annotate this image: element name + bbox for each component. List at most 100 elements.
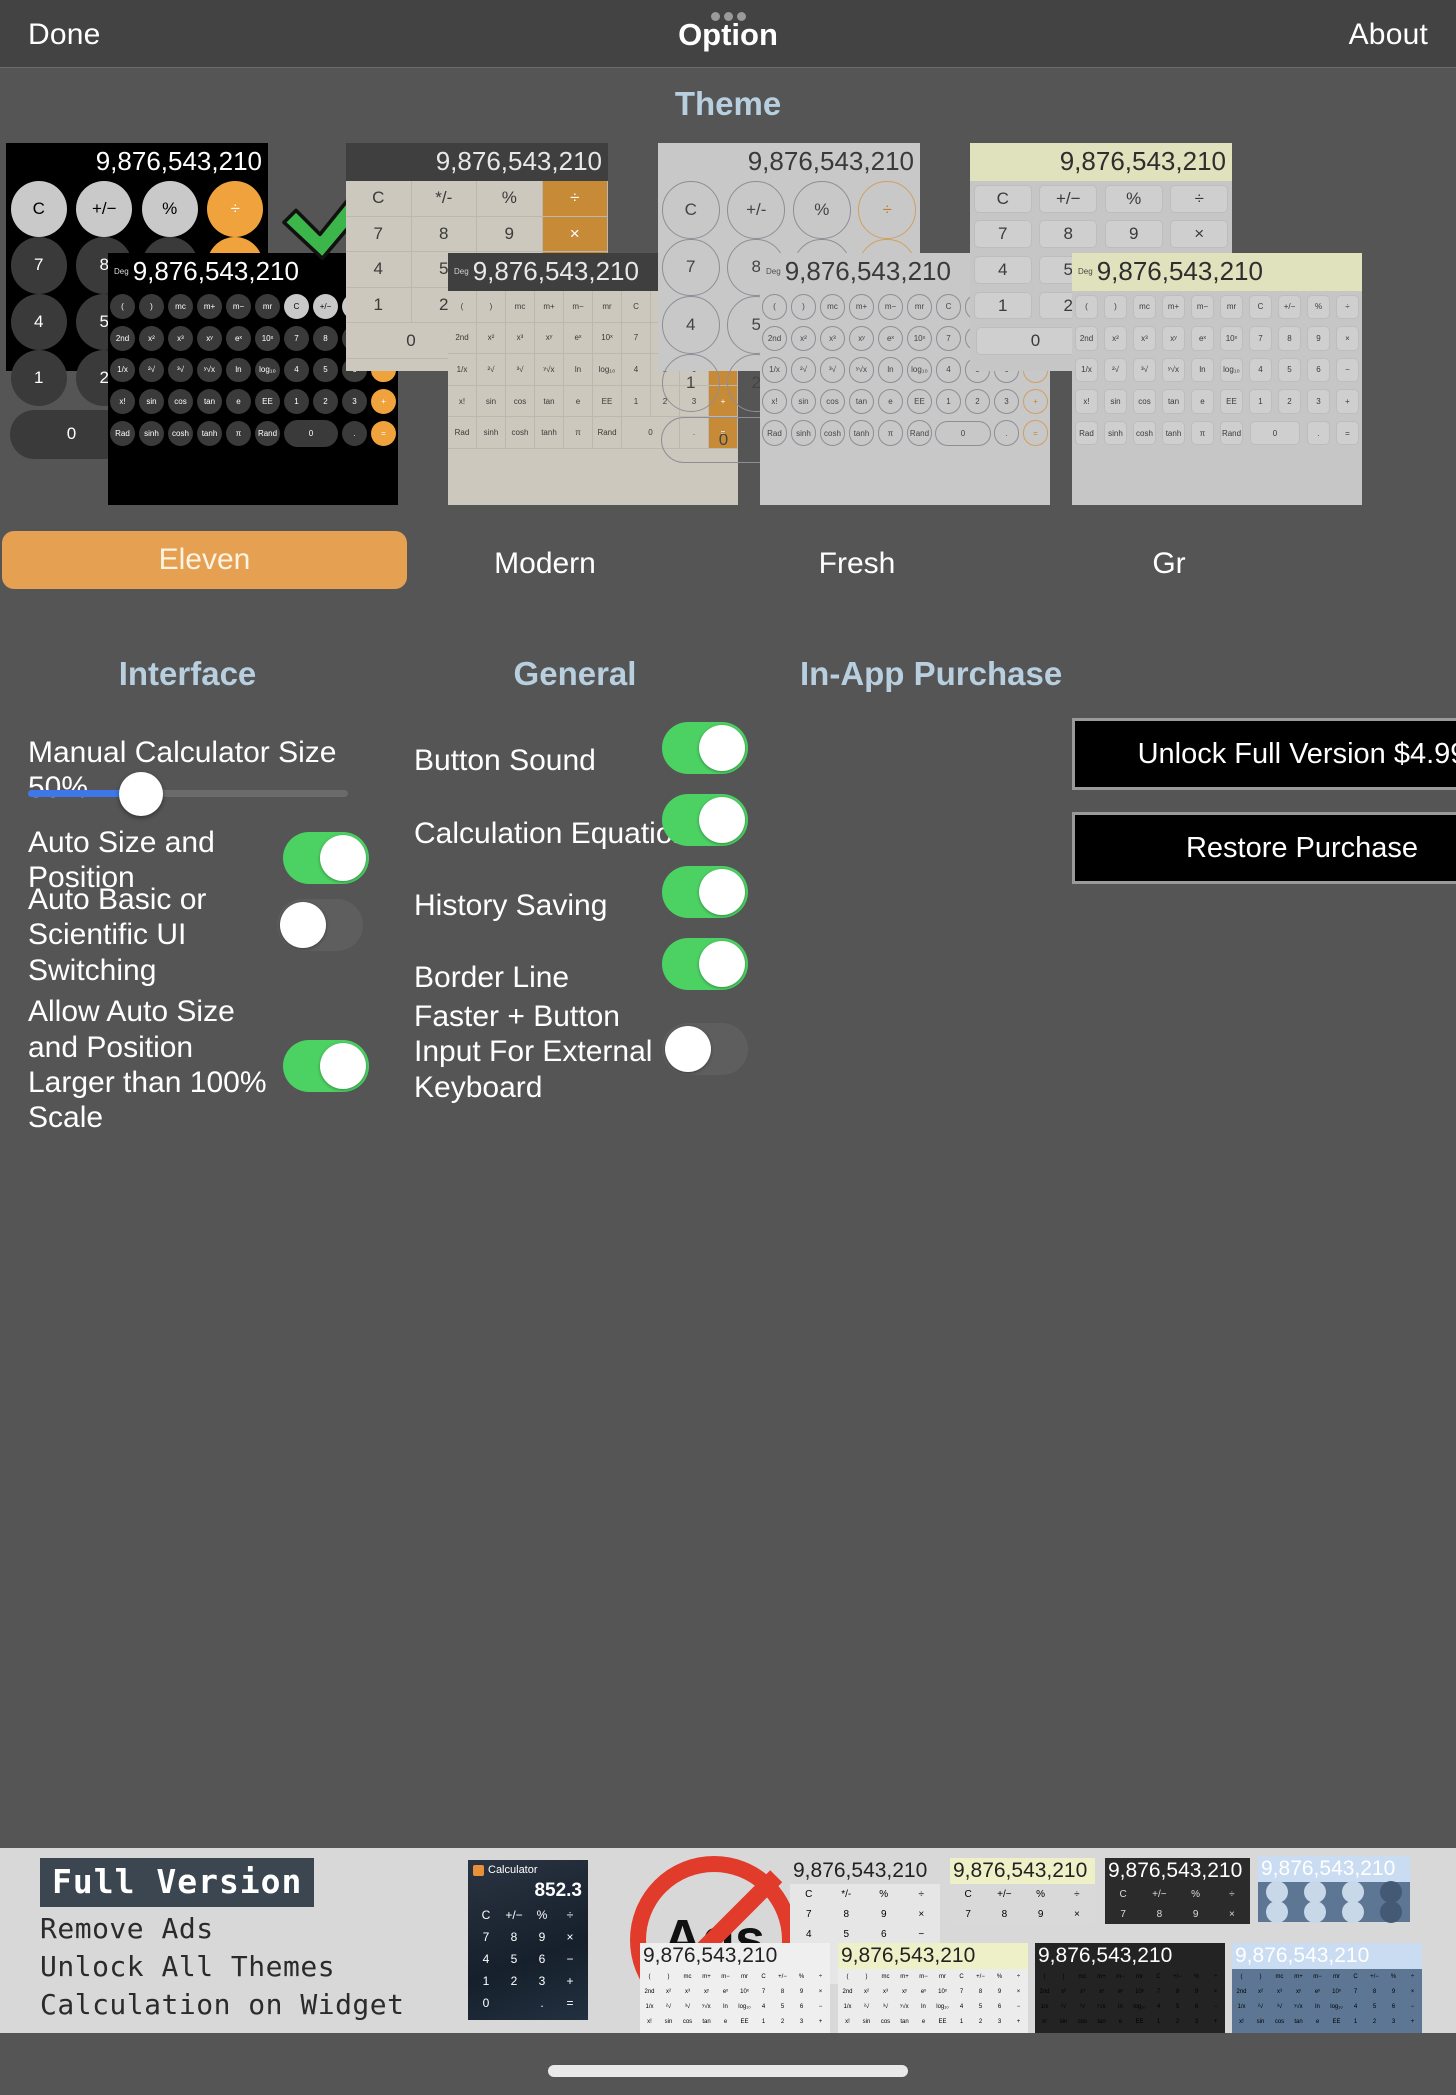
scientific-display-value: 9,876,543,210 bbox=[784, 256, 951, 286]
mini-sci-key: ( bbox=[648, 1973, 651, 1980]
mini-sci-key: ³√ bbox=[1079, 2003, 1086, 2010]
mini-sci-key: +/− bbox=[976, 1973, 985, 1980]
about-button[interactable]: About bbox=[1349, 18, 1428, 52]
mk: % bbox=[1036, 1888, 1046, 1900]
sci-key: 2nd bbox=[108, 323, 137, 355]
mini-sci-key: x! bbox=[1239, 2018, 1244, 2025]
sci-key: 4 bbox=[282, 354, 311, 386]
sci-key: Rad bbox=[108, 417, 137, 449]
theme-label-green[interactable]: Gr bbox=[964, 547, 1374, 581]
theme-option-green[interactable]: 9,876,543,210 C +/− % ÷ 7 8 9 × 4 5 6 − … bbox=[964, 135, 1374, 625]
mk: C bbox=[964, 1888, 972, 1900]
sci-key: 5 bbox=[311, 354, 340, 386]
mini-sci-key: ²√ bbox=[1257, 2003, 1264, 2010]
toggle-allow-auto-size-larger[interactable] bbox=[283, 1040, 369, 1092]
unlock-full-version-button[interactable]: Unlock Full Version $4.99 bbox=[1072, 718, 1456, 790]
mini-theme-green: 9,876,543,210 C +/−% ÷ 7 8 9 × bbox=[950, 1858, 1095, 1924]
mini-sci-key: cos bbox=[682, 2018, 693, 2025]
mini-sci-key: mc bbox=[683, 1973, 692, 1980]
sci-key: 0 bbox=[282, 417, 340, 449]
mini-sci-key: × bbox=[818, 1988, 823, 1995]
mini-sci-key: cosh bbox=[1073, 2029, 1092, 2033]
slider-thumb[interactable] bbox=[119, 772, 164, 816]
interface-section-heading: Interface bbox=[118, 655, 257, 692]
mini-sci-keypad: () mc m+ m− mr C +/−% ÷ 2nd x² x³ xʸ eˣ 10ˣ 7 8 9 × 1/x ²√ ³… bbox=[640, 1969, 830, 2033]
mini-sci-key: = bbox=[1187, 2029, 1206, 2033]
sci-key: 1/x bbox=[108, 354, 137, 386]
mini-sci-key: 0 bbox=[1149, 2029, 1168, 2033]
key-4: 4 bbox=[6, 293, 72, 350]
mini-sci-key: tanh bbox=[1289, 2029, 1308, 2033]
mk: 7 bbox=[805, 1908, 812, 1920]
mini-display: 9,876,543,210 bbox=[1108, 1859, 1243, 1882]
option-border-line[interactable]: Border Line bbox=[414, 950, 569, 1006]
mini-sci-key: 2nd bbox=[644, 1988, 655, 1995]
toggle-knob bbox=[320, 835, 366, 881]
mini-sci-key: 2 bbox=[780, 2018, 785, 2025]
mini-sci-key: 7 bbox=[959, 1988, 964, 1995]
mini-sci-key: 2nd bbox=[1039, 1988, 1050, 1995]
restore-purchase-button[interactable]: Restore Purchase bbox=[1072, 812, 1456, 884]
toggle-button-sound[interactable] bbox=[662, 722, 748, 774]
option-calculation-equation[interactable]: Calculation Equation bbox=[414, 806, 689, 862]
sci-key: m+ bbox=[535, 291, 564, 323]
mini-sci-key: − bbox=[818, 2003, 823, 2010]
mk: C bbox=[805, 1888, 813, 1900]
sci-key: 7 bbox=[1246, 323, 1275, 355]
mini-sci-key: 3 bbox=[1391, 2018, 1396, 2025]
sci-key: 4 bbox=[1246, 354, 1275, 386]
key-c: C bbox=[658, 181, 724, 239]
toggle-knob bbox=[665, 1026, 711, 1072]
mini-sci-key: tan bbox=[1097, 2018, 1106, 2025]
sci-key: tanh bbox=[847, 417, 876, 449]
mini-sci-key: 4 bbox=[761, 2003, 766, 2010]
option-history-saving[interactable]: History Saving bbox=[414, 878, 607, 934]
toggle-history-saving[interactable] bbox=[662, 866, 748, 918]
mini-sci-key: 4 bbox=[959, 2003, 964, 2010]
mk: 8 bbox=[843, 1908, 850, 1920]
mini-sci-key: 2 bbox=[978, 2018, 983, 2025]
mini-sci-key: log₁₀ bbox=[1133, 2003, 1146, 2010]
theme-section-heading: Theme bbox=[674, 85, 782, 122]
key-1: 1 bbox=[346, 287, 412, 324]
mini-sci-key: 1 bbox=[1353, 2018, 1358, 2025]
sci-key: 2nd bbox=[1072, 323, 1101, 355]
mk bbox=[1258, 1901, 1296, 1923]
mini-sci-key: cosh bbox=[1270, 2029, 1289, 2033]
mini-sci-key: C bbox=[761, 1973, 766, 1980]
mini-sci-key: m+ bbox=[1097, 1973, 1106, 1980]
key-percent: % bbox=[1101, 181, 1167, 217]
sci-key: 7 bbox=[622, 322, 651, 355]
mini-sci-key: xʸ bbox=[1099, 1988, 1104, 1995]
manual-calculator-size-slider[interactable] bbox=[28, 772, 348, 816]
mini-keypad: C +/−% ÷ 7 8 9 × bbox=[950, 1884, 1095, 1924]
mini-sci-key: sinh bbox=[1251, 2029, 1270, 2033]
key-c: C bbox=[6, 181, 72, 238]
wkey-add: + bbox=[566, 1974, 574, 1988]
sci-key: EE bbox=[905, 386, 934, 418]
toggle-faster-button-input[interactable] bbox=[662, 1023, 748, 1075]
sci-key: tanh bbox=[195, 417, 224, 449]
toggle-auto-size-and-position[interactable] bbox=[283, 832, 369, 884]
theme-carousel[interactable]: 9,876,543,210 C +/− % ÷ 7 8 9 × 4 5 6 − … bbox=[0, 135, 1456, 625]
mini-sci-key: . bbox=[1168, 2029, 1187, 2033]
scientific-calculator-preview: Deg 9,876,543,210 ()mcm+m−mrC+/−%÷2ndx²x… bbox=[1072, 253, 1362, 505]
toggle-calculation-equation[interactable] bbox=[662, 794, 748, 846]
theme-thumbnail-green[interactable]: 9,876,543,210 C +/− % ÷ 7 8 9 × 4 5 6 − … bbox=[964, 135, 1374, 535]
sci-key: π bbox=[876, 417, 905, 449]
mini-sci-key: log₁₀ bbox=[738, 2003, 751, 2010]
mini-sci-key: + bbox=[1410, 2018, 1415, 2025]
mk: */- bbox=[841, 1888, 852, 1900]
mini-sci-key bbox=[1009, 2029, 1028, 2033]
toggle-border-line[interactable] bbox=[662, 938, 748, 990]
key-multiply: × bbox=[1167, 217, 1233, 253]
mini-sci-key: 10ˣ bbox=[1332, 1988, 1341, 1995]
option-button-sound[interactable]: Button Sound bbox=[414, 733, 596, 789]
option-faster-button-input[interactable]: Faster + Button Input For External Keybo… bbox=[414, 1000, 664, 1104]
bottom-ad-banner[interactable]: Full Version Remove Ads Unlock All Theme… bbox=[0, 1848, 1456, 2033]
option-label: History Saving bbox=[414, 889, 608, 923]
mini-sci-key: e bbox=[723, 2018, 728, 2025]
ad-title: Full Version bbox=[40, 1858, 315, 1907]
mk: 9 bbox=[1037, 1908, 1044, 1920]
toggle-auto-basic-or-scientific[interactable] bbox=[277, 899, 363, 951]
